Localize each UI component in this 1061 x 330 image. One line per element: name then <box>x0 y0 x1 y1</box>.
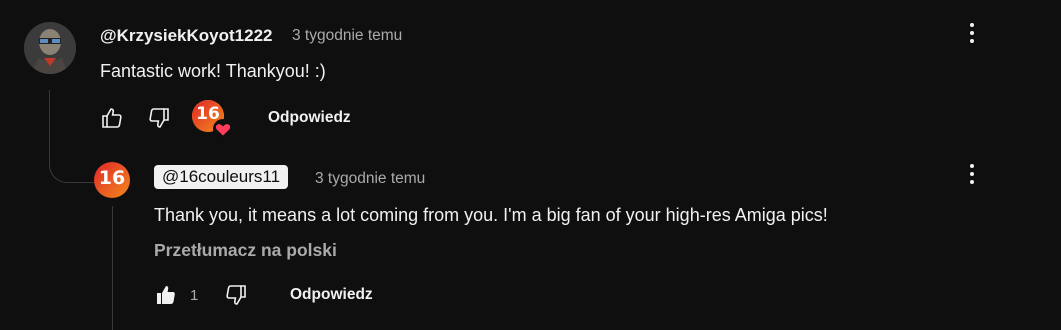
reply-time[interactable]: 3 tygodnie temu <box>315 170 425 188</box>
comment-time[interactable]: 3 tygodnie temu <box>292 27 402 45</box>
thread-line <box>49 90 50 132</box>
avatar[interactable] <box>24 22 76 74</box>
kebab-menu-icon[interactable] <box>960 22 984 46</box>
translate-link[interactable]: Przetłumacz na polski <box>154 240 337 261</box>
creator-heart-badge: 16 <box>192 100 233 140</box>
thumb-down-icon[interactable] <box>147 106 171 130</box>
heart-icon <box>213 119 233 139</box>
thumb-down-icon[interactable] <box>224 283 248 307</box>
reply-author-chip[interactable]: @16couleurs11 <box>154 165 289 189</box>
thread-line <box>112 206 113 330</box>
reply-text: Thank you, it means a lot coming from yo… <box>154 205 828 225</box>
comment-author[interactable]: @KrzysiekKoyot1222 <box>100 26 273 46</box>
reply-avatar-logo: 16 <box>98 167 126 189</box>
like-count: 1 <box>190 287 199 304</box>
reply-button[interactable]: Odpowiedz <box>268 109 351 127</box>
reply-avatar[interactable]: 16 <box>94 162 130 198</box>
thread-connector <box>49 130 94 183</box>
kebab-menu-icon[interactable] <box>960 163 984 187</box>
thumb-up-icon[interactable] <box>100 106 124 130</box>
reply-button[interactable]: Odpowiedz <box>290 286 373 304</box>
comment-text: Fantastic work! Thankyou! :) <box>100 61 326 81</box>
thumb-up-icon[interactable] <box>154 283 178 307</box>
